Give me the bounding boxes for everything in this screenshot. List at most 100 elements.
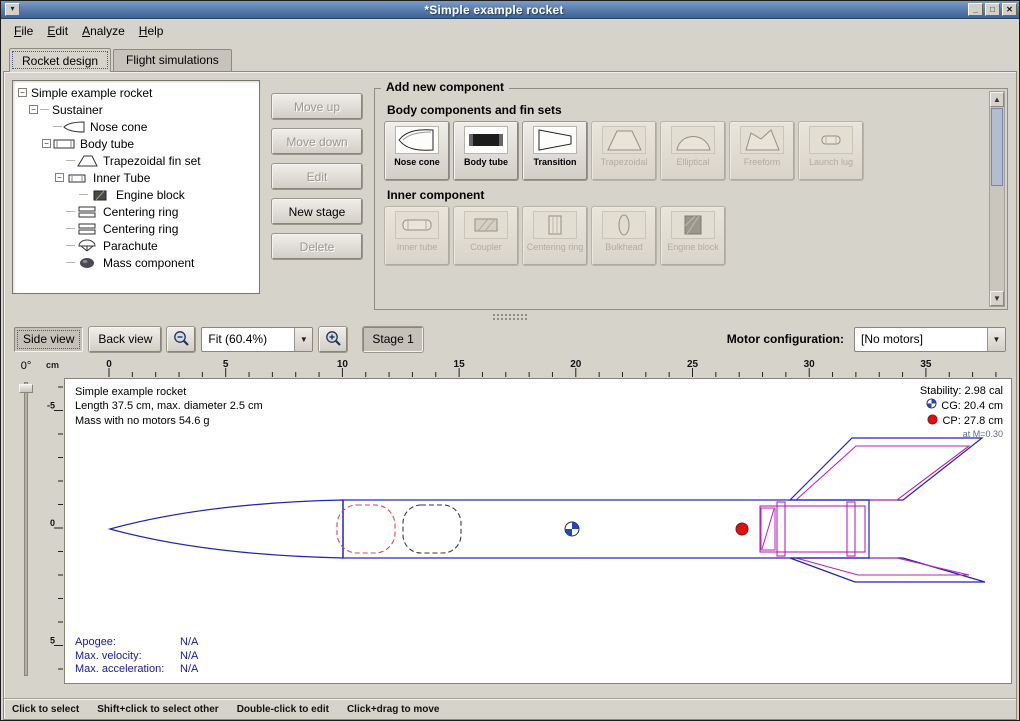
rotation-slider[interactable]: [16, 378, 36, 680]
rocket-info: Simple example rocket Length 37.5 cm, ma…: [75, 385, 263, 428]
add-coupler-button[interactable]: Coupler: [454, 207, 518, 265]
tree-item-centering-ring-1[interactable]: Centering ring: [15, 203, 257, 220]
add-new-component-group: Add new component Body components and fi…: [374, 88, 1008, 310]
stability-value: Stability: 2.98 cal: [920, 384, 1003, 398]
scroll-up-icon[interactable]: ▲: [990, 92, 1004, 107]
maximize-button[interactable]: □: [985, 3, 1000, 16]
component-tree[interactable]: − Simple example rocket − Sustainer Nose…: [12, 80, 260, 294]
stage-1-toggle[interactable]: Stage 1: [363, 327, 422, 352]
transition-icon: [533, 126, 577, 154]
add-engine-block-button[interactable]: Engine block: [661, 207, 725, 265]
collapse-handle-icon[interactable]: −: [55, 173, 64, 182]
inner-components-row: Inner tube Coupler Centering ring: [385, 207, 981, 265]
engine-block-icon: [89, 189, 111, 201]
add-centering-ring-button[interactable]: Centering ring: [523, 207, 587, 265]
tree-item-centering-ring-2[interactable]: Centering ring: [15, 220, 257, 237]
add-transition-button[interactable]: Transition: [523, 122, 587, 180]
freeform-fin-icon: [740, 126, 784, 154]
mass-component-icon: [76, 257, 98, 269]
stability-legend: Stability: 2.98 cal CG: 20.4 cm CP: 27.8…: [920, 384, 1003, 441]
group-title: Add new component: [381, 80, 509, 94]
motor-configuration-select[interactable]: [No motors] ▼: [854, 327, 1006, 352]
panel-splitter[interactable]: [4, 310, 1016, 322]
tree-item-mass-component[interactable]: Mass component: [15, 254, 257, 271]
zoom-out-icon: [172, 329, 190, 350]
tree-item-body-tube[interactable]: − Body tube: [15, 135, 257, 152]
rotation-slider-track[interactable]: [24, 382, 28, 676]
inner-tube-icon: [66, 172, 88, 184]
tree-action-buttons: Move up Move down Edit New stage Delete: [272, 80, 362, 306]
svg-text:35: 35: [920, 359, 932, 370]
menu-file[interactable]: File: [7, 21, 40, 41]
add-elliptical-fin-button[interactable]: Elliptical: [661, 122, 725, 180]
max-velocity-row: Max. velocity:N/A: [75, 650, 198, 664]
tree-item-fin-set[interactable]: Trapezoidal fin set: [15, 152, 257, 169]
collapse-handle-icon[interactable]: −: [29, 105, 38, 114]
tree-item-inner-tube[interactable]: − Inner Tube: [15, 169, 257, 186]
rotation-slider-thumb[interactable]: [19, 384, 33, 393]
zoom-in-button[interactable]: [319, 327, 347, 352]
tree-item-engine-block[interactable]: Engine block: [15, 186, 257, 203]
component-scrollbar[interactable]: ▲ ▼: [989, 91, 1005, 307]
max-acceleration-row: Max. acceleration:N/A: [75, 663, 198, 677]
tree-item-sustainer[interactable]: − Sustainer: [15, 101, 257, 118]
launch-lug-icon: [809, 126, 853, 154]
splitter-grip-icon[interactable]: [492, 313, 528, 320]
add-nose-cone-button[interactable]: Nose cone: [385, 122, 449, 180]
centering-ring-icon: [533, 211, 577, 239]
scrollbar-thumb[interactable]: [991, 108, 1003, 186]
chevron-down-icon[interactable]: ▼: [987, 328, 1005, 351]
hint-click-drag: Click+drag to move: [347, 704, 440, 715]
chevron-down-icon[interactable]: ▼: [294, 328, 312, 351]
zoom-value: Fit (60.4%): [202, 328, 294, 351]
edit-button[interactable]: Edit: [272, 164, 362, 189]
scrollbar-track[interactable]: [990, 187, 1004, 291]
add-launch-lug-button[interactable]: Launch lug: [799, 122, 863, 180]
motor-configuration-value: [No motors]: [855, 328, 987, 351]
back-view-button[interactable]: Back view: [89, 327, 161, 352]
close-button[interactable]: ✕: [1002, 3, 1017, 16]
scroll-down-icon[interactable]: ▼: [990, 291, 1004, 306]
tree-item-nose-cone[interactable]: Nose cone: [15, 118, 257, 135]
openrocket-window: { "window": { "title": "*Simple example …: [0, 0, 1020, 721]
window-menu-icon[interactable]: ▾: [5, 3, 20, 16]
zoom-select[interactable]: Fit (60.4%) ▼: [201, 327, 313, 352]
tree-item-rocket[interactable]: − Simple example rocket: [15, 84, 257, 101]
design-top-section: − Simple example rocket − Sustainer Nose…: [4, 72, 1016, 310]
side-view-button[interactable]: Side view: [14, 327, 83, 352]
collapse-handle-icon[interactable]: −: [42, 139, 51, 148]
cp-marker: [736, 523, 748, 535]
add-inner-tube-button[interactable]: Inner tube: [385, 207, 449, 265]
minimize-button[interactable]: _: [968, 3, 983, 16]
new-stage-button[interactable]: New stage: [272, 199, 362, 224]
rocket-design-panel: − Simple example rocket − Sustainer Nose…: [3, 71, 1017, 720]
move-up-button[interactable]: Move up: [272, 94, 362, 119]
inner-tube-icon: [395, 211, 439, 239]
nose-cone-icon: [63, 121, 85, 133]
menu-edit[interactable]: Edit: [40, 21, 75, 41]
delete-button[interactable]: Delete: [272, 234, 362, 259]
move-down-button[interactable]: Move down: [272, 129, 362, 154]
zoom-out-button[interactable]: [167, 327, 195, 352]
cg-icon: [926, 398, 937, 413]
add-trapezoidal-fin-button[interactable]: Trapezoidal: [592, 122, 656, 180]
menu-help[interactable]: Help: [132, 21, 171, 41]
bulkhead-icon: [602, 211, 646, 239]
tree-connector: [66, 211, 75, 212]
add-bulkhead-button[interactable]: Bulkhead: [592, 207, 656, 265]
svg-text:25: 25: [687, 359, 699, 370]
max-acceleration-value: N/A: [180, 663, 198, 675]
inner-component-label: Inner component: [387, 188, 981, 202]
rocket-view-canvas[interactable]: Simple example rocket Length 37.5 cm, ma…: [64, 378, 1012, 684]
menubar: File Edit Analyze Help: [1, 19, 1019, 43]
tab-rocket-design[interactable]: Rocket design: [9, 48, 111, 72]
add-freeform-fin-button[interactable]: Freeform: [730, 122, 794, 180]
apogee-row: Apogee:N/A: [75, 636, 198, 650]
centering-ring-icon: [76, 206, 98, 218]
tree-item-parachute[interactable]: Parachute: [15, 237, 257, 254]
vertical-ruler: -505: [44, 378, 64, 684]
menu-analyze[interactable]: Analyze: [75, 21, 132, 41]
tab-flight-simulations[interactable]: Flight simulations: [113, 49, 232, 71]
add-body-tube-button[interactable]: Body tube: [454, 122, 518, 180]
collapse-handle-icon[interactable]: −: [18, 88, 27, 97]
